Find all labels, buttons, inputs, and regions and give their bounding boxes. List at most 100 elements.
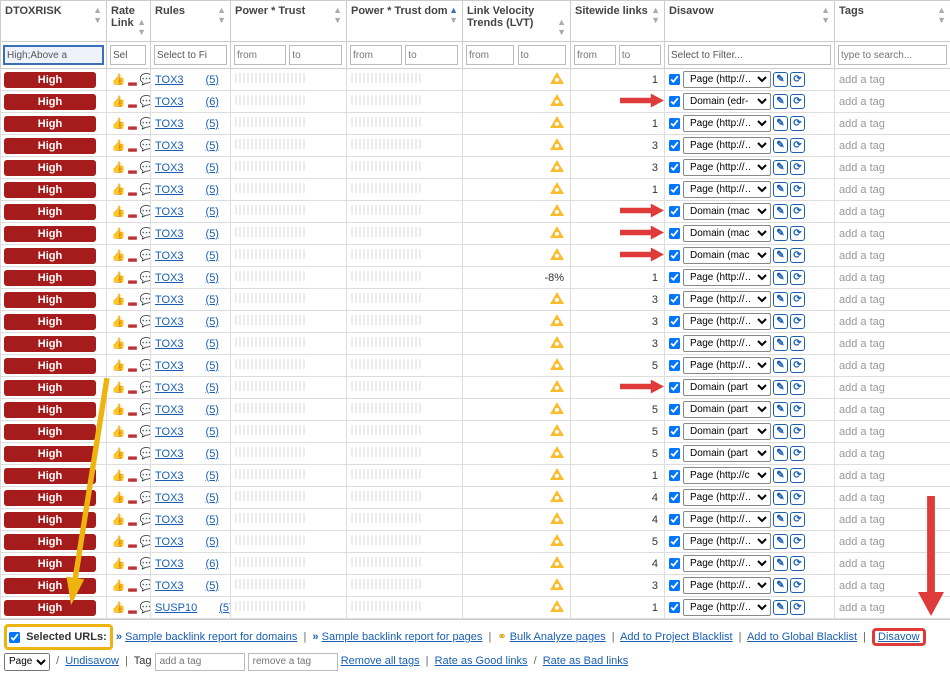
- add-tag-placeholder[interactable]: add a tag: [839, 140, 885, 152]
- history-icon[interactable]: ⟳: [790, 534, 805, 549]
- add-tag-placeholder[interactable]: add a tag: [839, 338, 885, 350]
- edit-icon[interactable]: ✎: [773, 336, 788, 351]
- edit-icon[interactable]: ✎: [773, 204, 788, 219]
- rule-link[interactable]: TOX3: [155, 96, 184, 108]
- rule-count-link[interactable]: (5): [206, 580, 219, 592]
- rule-link[interactable]: TOX3: [155, 118, 184, 130]
- history-icon[interactable]: ⟳: [790, 270, 805, 285]
- edit-icon[interactable]: ✎: [773, 380, 788, 395]
- history-icon[interactable]: ⟳: [790, 380, 805, 395]
- rate-link-icons[interactable]: 👍▂💬: [111, 294, 151, 306]
- rule-count-link[interactable]: (5): [206, 470, 219, 482]
- disavow-select[interactable]: Page (http://…: [683, 291, 771, 308]
- rule-link[interactable]: TOX3: [155, 206, 184, 218]
- comment-icon[interactable]: 💬: [139, 513, 151, 526]
- rule-link[interactable]: TOX3: [155, 140, 184, 152]
- sample-backlink-domains-link[interactable]: Sample backlink report for domains: [125, 631, 297, 643]
- rate-link-icons[interactable]: 👍▂💬: [111, 558, 151, 570]
- rate-link-icons[interactable]: 👍▂💬: [111, 140, 151, 152]
- col-dtoxrisk[interactable]: DTOXRISK▲▼: [1, 1, 107, 42]
- rate-good-link[interactable]: Rate as Good links: [435, 655, 528, 667]
- history-icon[interactable]: ⟳: [790, 182, 805, 197]
- comment-icon[interactable]: 💬: [139, 73, 151, 86]
- add-tag-placeholder[interactable]: add a tag: [839, 118, 885, 130]
- disavow-checkbox[interactable]: [669, 536, 680, 547]
- disavow-checkbox[interactable]: [669, 206, 680, 217]
- rule-count-link[interactable]: (5): [206, 514, 219, 526]
- rate-link-icons[interactable]: 👍▂💬: [111, 448, 151, 460]
- add-tag-placeholder[interactable]: add a tag: [839, 184, 885, 196]
- rule-count-link[interactable]: (5): [206, 426, 219, 438]
- thumbs-down-icon[interactable]: ▂: [125, 469, 139, 482]
- rate-link-icons[interactable]: 👍▂💬: [111, 184, 151, 196]
- filter-dtoxrisk[interactable]: [3, 45, 104, 65]
- rule-link[interactable]: TOX3: [155, 514, 184, 526]
- thumbs-up-icon[interactable]: 👍: [111, 491, 125, 504]
- filter-rules[interactable]: [154, 45, 227, 65]
- thumbs-up-icon[interactable]: 👍: [111, 293, 125, 306]
- history-icon[interactable]: ⟳: [790, 578, 805, 593]
- comment-icon[interactable]: 💬: [139, 491, 151, 504]
- rule-count-link[interactable]: (5): [206, 360, 219, 372]
- col-tags[interactable]: Tags▲▼: [835, 1, 950, 42]
- disavow-select[interactable]: Page (http://…: [683, 511, 771, 528]
- comment-icon[interactable]: 💬: [139, 161, 151, 174]
- thumbs-down-icon[interactable]: ▂: [125, 117, 139, 130]
- add-tag-input[interactable]: [155, 653, 245, 671]
- comment-icon[interactable]: 💬: [139, 139, 151, 152]
- thumbs-down-icon[interactable]: ▂: [125, 535, 139, 548]
- comment-icon[interactable]: 💬: [139, 469, 151, 482]
- edit-icon[interactable]: ✎: [773, 468, 788, 483]
- rule-link[interactable]: TOX3: [155, 448, 184, 460]
- disavow-checkbox[interactable]: [669, 272, 680, 283]
- add-tag-placeholder[interactable]: add a tag: [839, 492, 885, 504]
- rule-link[interactable]: TOX3: [155, 272, 184, 284]
- comment-icon[interactable]: 💬: [139, 117, 151, 130]
- comment-icon[interactable]: 💬: [139, 205, 151, 218]
- history-icon[interactable]: ⟳: [790, 292, 805, 307]
- undisavow-link[interactable]: Undisavow: [65, 655, 119, 667]
- comment-icon[interactable]: 💬: [139, 95, 151, 108]
- history-icon[interactable]: ⟳: [790, 468, 805, 483]
- rule-count-link[interactable]: (5): [206, 162, 219, 174]
- rule-link[interactable]: SUSP10: [155, 602, 197, 614]
- thumbs-down-icon[interactable]: ▂: [125, 337, 139, 350]
- add-tag-placeholder[interactable]: add a tag: [839, 228, 885, 240]
- thumbs-up-icon[interactable]: 👍: [111, 139, 125, 152]
- add-global-blacklist-link[interactable]: Add to Global Blacklist: [747, 631, 857, 643]
- disavow-select[interactable]: Domain (part: [683, 445, 771, 462]
- rule-link[interactable]: TOX3: [155, 580, 184, 592]
- edit-icon[interactable]: ✎: [773, 578, 788, 593]
- disavow-select[interactable]: Page (http://…: [683, 357, 771, 374]
- comment-icon[interactable]: 💬: [139, 359, 151, 372]
- disavow-select[interactable]: Page (http://…: [683, 555, 771, 572]
- add-tag-placeholder[interactable]: add a tag: [839, 404, 885, 416]
- rule-count-link[interactable]: (5): [206, 228, 219, 240]
- rate-link-icons[interactable]: 👍▂💬: [111, 492, 151, 504]
- comment-icon[interactable]: 💬: [139, 315, 151, 328]
- disavow-select[interactable]: Page (http://…: [683, 533, 771, 550]
- rate-link-icons[interactable]: 👍▂💬: [111, 382, 151, 394]
- disavow-checkbox[interactable]: [669, 184, 680, 195]
- thumbs-down-icon[interactable]: ▂: [125, 403, 139, 416]
- edit-icon[interactable]: ✎: [773, 248, 788, 263]
- disavow-checkbox[interactable]: [669, 316, 680, 327]
- disavow-select[interactable]: Domain (mac: [683, 225, 771, 242]
- disavow-checkbox[interactable]: [669, 558, 680, 569]
- disavow-checkbox[interactable]: [669, 448, 680, 459]
- comment-icon[interactable]: 💬: [139, 557, 151, 570]
- disavow-checkbox[interactable]: [669, 250, 680, 261]
- rule-count-link[interactable]: (5): [206, 404, 219, 416]
- rate-link-icons[interactable]: 👍▂💬: [111, 316, 151, 328]
- disavow-checkbox[interactable]: [669, 140, 680, 151]
- filter-ptd-from[interactable]: [350, 45, 402, 65]
- thumbs-up-icon[interactable]: 👍: [111, 315, 125, 328]
- rate-link-icons[interactable]: 👍▂💬: [111, 404, 151, 416]
- rule-link[interactable]: TOX3: [155, 184, 184, 196]
- disavow-select[interactable]: Page (http://…: [683, 71, 771, 88]
- rule-count-link[interactable]: (5): [219, 602, 230, 614]
- history-icon[interactable]: ⟳: [790, 336, 805, 351]
- disavow-select[interactable]: Domain (mac: [683, 247, 771, 264]
- add-tag-placeholder[interactable]: add a tag: [839, 206, 885, 218]
- history-icon[interactable]: ⟳: [790, 556, 805, 571]
